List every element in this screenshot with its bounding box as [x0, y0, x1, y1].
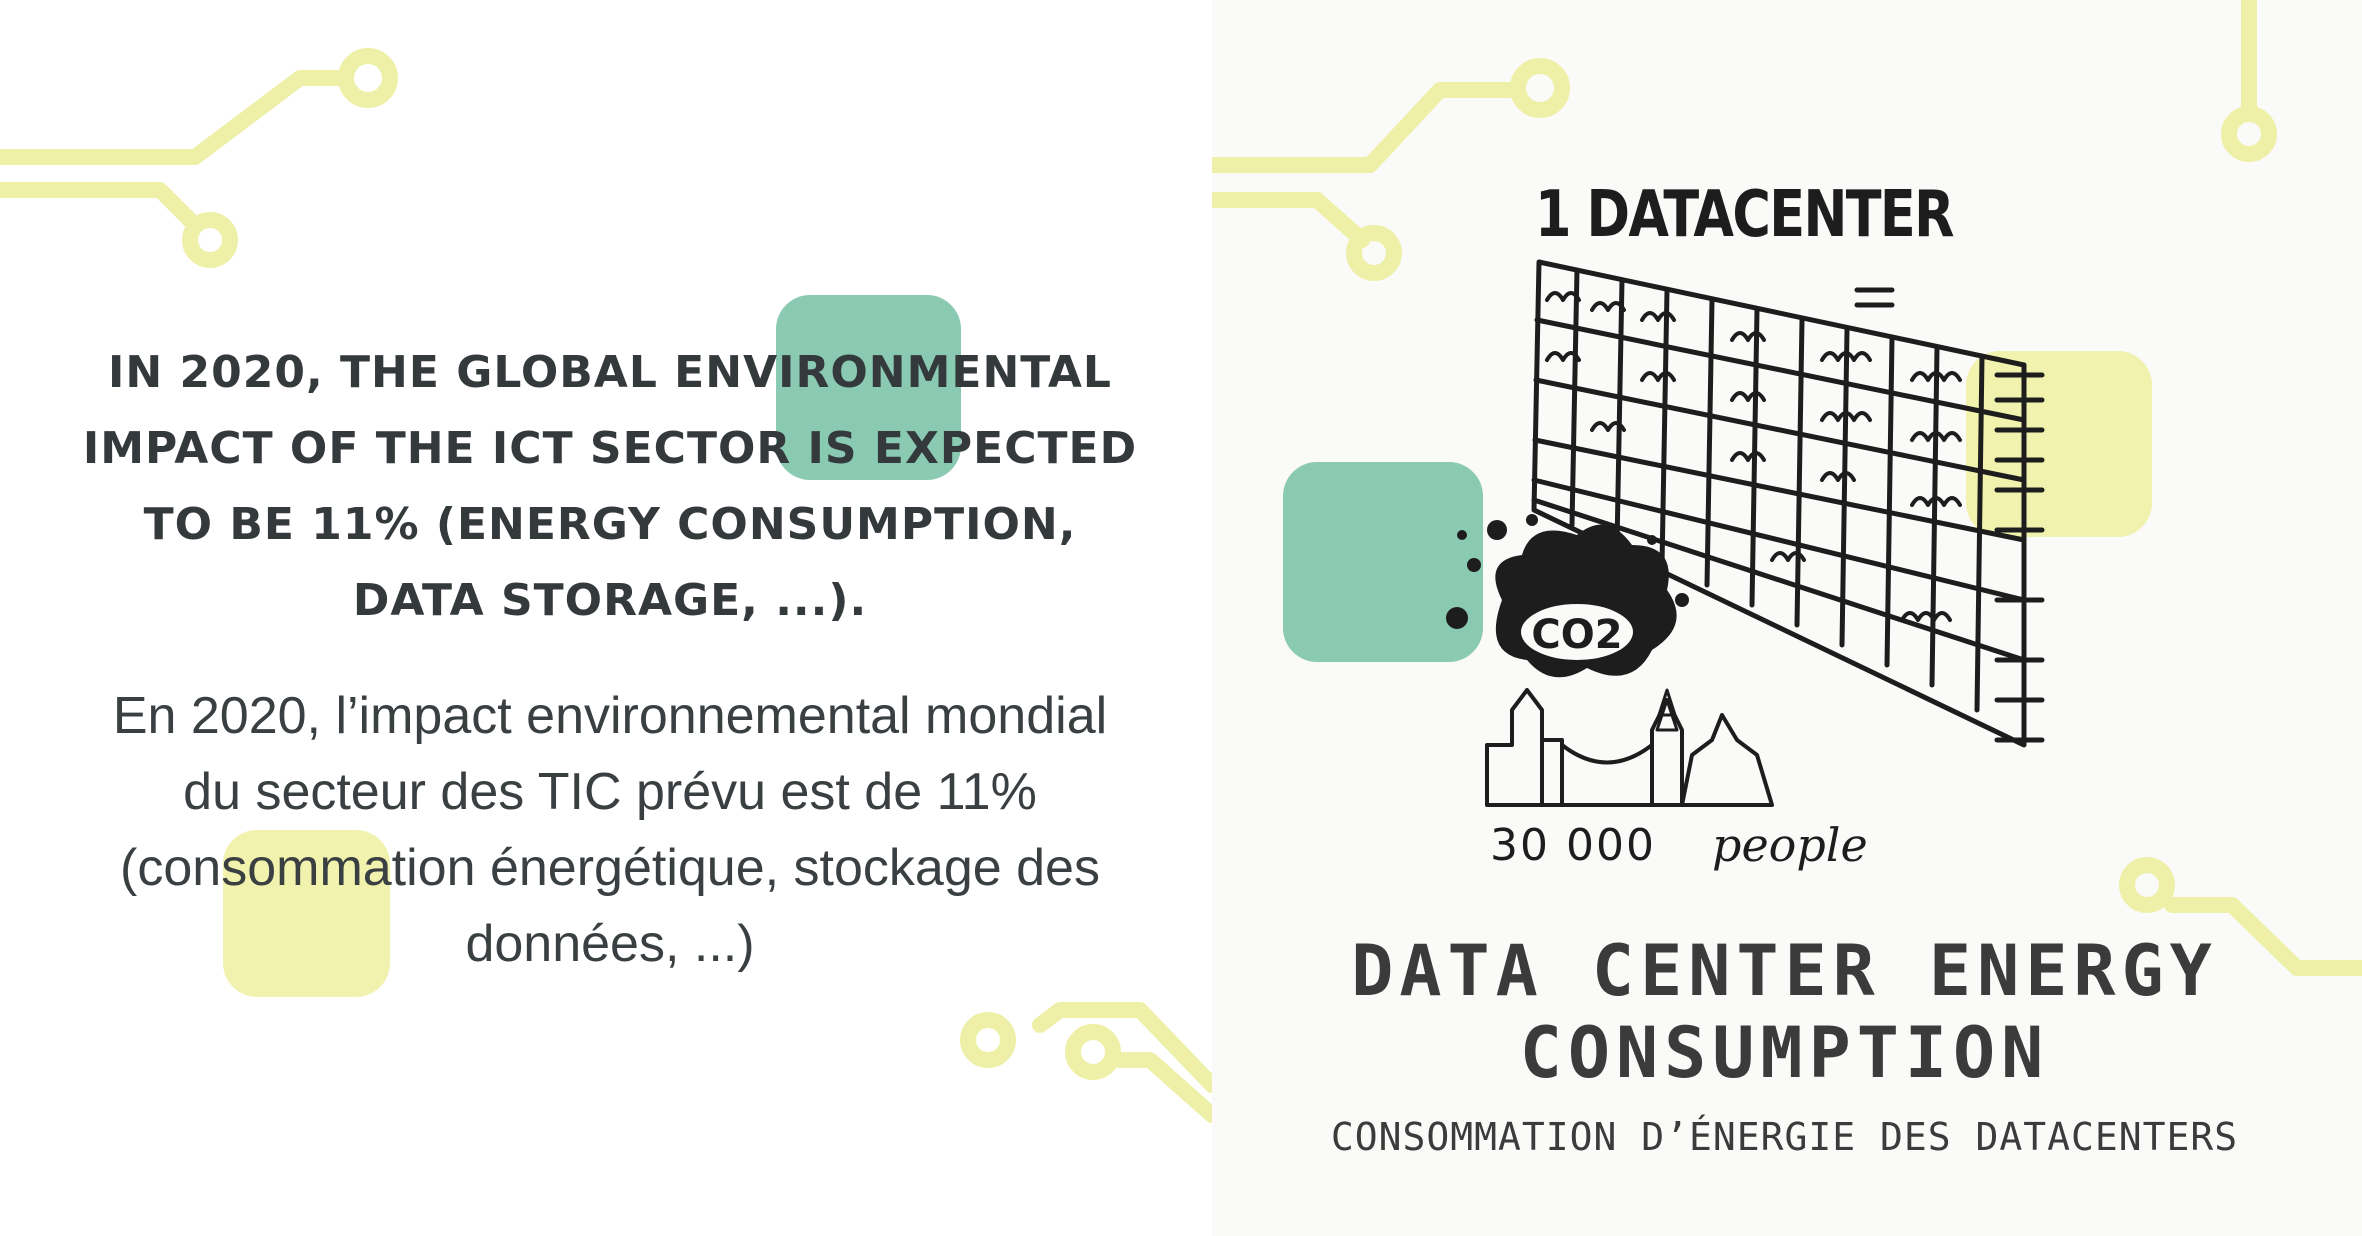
circuit-node	[182, 212, 238, 268]
title-english: DATA CENTER ENERGY CONSUMPTION	[1351, 930, 2218, 1094]
french-statement: En 2020, l’impact environnemental mondia…	[112, 687, 1108, 973]
circuit-trace	[0, 182, 198, 228]
people-count: 30 000	[1490, 820, 1656, 871]
tree-icon	[1655, 688, 1679, 732]
co2-label: CO2	[1531, 612, 1622, 658]
equals-sign	[1854, 287, 1895, 308]
smoke-particle	[1526, 514, 1538, 526]
circuit-node	[338, 48, 398, 108]
title-french: CONSOMMATION D’ÉNERGIE DES DATACENTERS	[1330, 1115, 2239, 1159]
smoke-particle	[1446, 607, 1468, 629]
building-edge-rungs	[1994, 372, 2045, 743]
smoke-particle	[1647, 535, 1657, 545]
smoke-particle	[1487, 520, 1507, 540]
smoke-particle	[1457, 530, 1467, 540]
circuit-node	[960, 1012, 1016, 1068]
datacenter-sketch-label: 1 DATACENTER	[1535, 178, 1955, 252]
smoke-particle	[1467, 558, 1481, 572]
circuit-trace	[0, 70, 353, 165]
smoke-particle	[1675, 593, 1689, 607]
people-word: people	[1712, 818, 1868, 872]
circuit-node	[1065, 1024, 1121, 1080]
city-skyline	[1485, 688, 1774, 807]
english-statement: IN 2020, THE GLOBAL ENVIRONMENTAL IMPACT…	[82, 347, 1138, 626]
